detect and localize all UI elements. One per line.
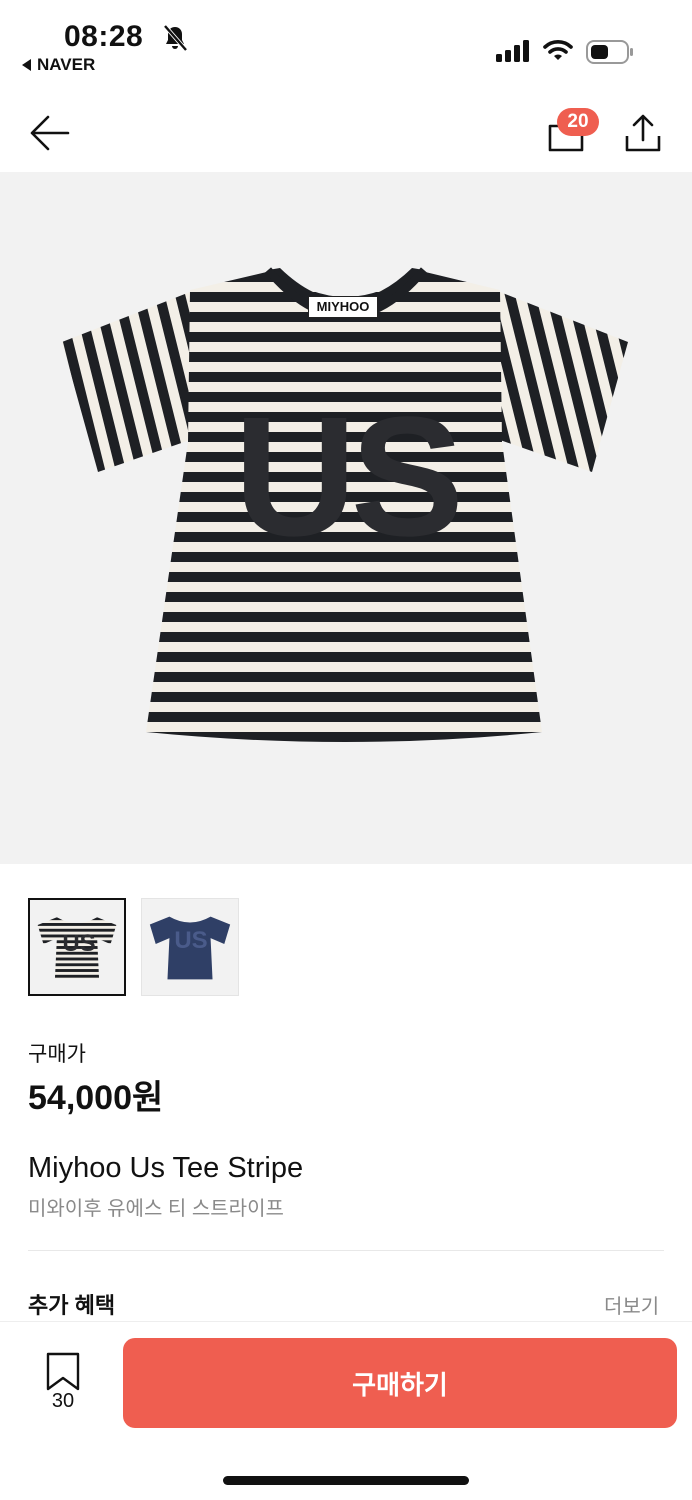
wifi-icon	[543, 38, 573, 62]
product-image[interactable]: MIYHOO US	[0, 172, 692, 864]
share-icon[interactable]	[622, 112, 664, 154]
product-name-korean: 미와이후 유에스 티 스트라이프	[28, 1198, 284, 1220]
back-app-label: NAVER	[37, 55, 96, 74]
home-indicator[interactable]	[223, 1476, 469, 1485]
brand-tag: MIYHOO	[308, 296, 378, 318]
thumbnail-navy[interactable]: US	[141, 898, 239, 996]
divider	[28, 1250, 664, 1251]
price-label: 구매가	[28, 1043, 86, 1066]
cellular-signal-icon	[496, 40, 530, 62]
cart-count-badge: 20	[557, 108, 599, 136]
thumbnail-print: US	[174, 927, 208, 954]
thumbnail-stripe[interactable]: US	[28, 898, 126, 996]
price-value: 54,000원	[28, 1079, 164, 1117]
bookmark-icon[interactable]	[44, 1352, 82, 1392]
bookmark-count: 30	[51, 1390, 75, 1412]
thumbnail-print: US	[62, 930, 96, 957]
battery-icon	[586, 40, 634, 64]
benefit-label: 추가 혜택	[28, 1293, 116, 1318]
back-arrow-icon[interactable]	[28, 114, 70, 152]
back-to-app-link[interactable]: NAVER	[22, 55, 95, 75]
product-name: Miyhoo Us Tee Stripe	[28, 1152, 304, 1184]
bell-slash-icon	[162, 24, 188, 52]
buy-button[interactable]: 구매하기	[123, 1338, 677, 1428]
back-triangle-icon	[22, 59, 31, 71]
status-time: 08:28	[64, 20, 144, 53]
us-print: US	[233, 382, 464, 572]
benefit-more-link[interactable]: 더보기	[604, 1290, 659, 1319]
